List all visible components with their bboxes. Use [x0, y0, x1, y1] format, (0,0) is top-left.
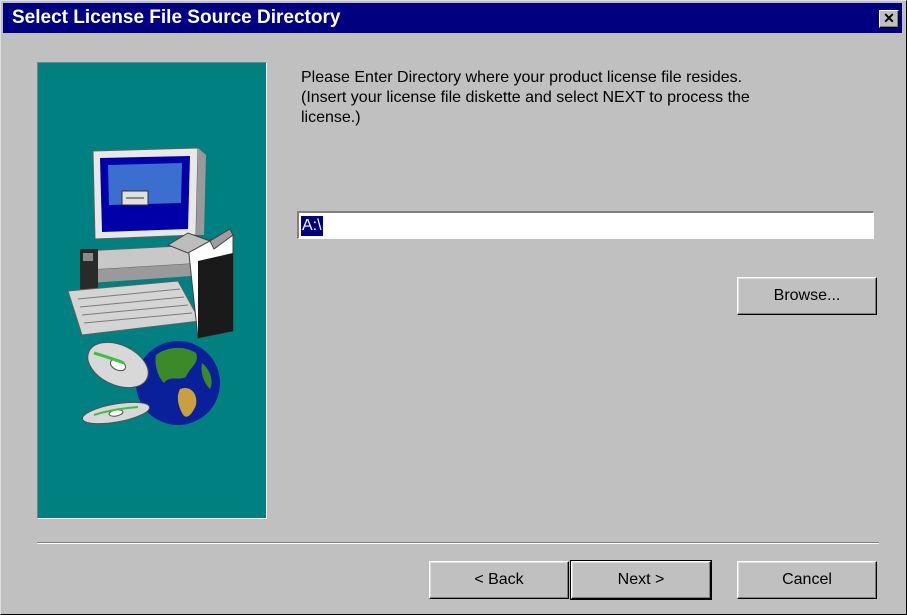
directory-input-value: A:\	[301, 216, 323, 236]
dialog-window: Select License File Source Directory ✕ P…	[0, 0, 907, 615]
window-title: Select License File Source Directory	[12, 7, 341, 28]
browse-button-label: Browse...	[773, 287, 841, 304]
cd-disc-icon	[81, 341, 151, 425]
next-button-label: Next >	[617, 571, 665, 588]
title-bar[interactable]: Select License File Source Directory ✕	[3, 3, 902, 33]
globe-icon	[136, 341, 220, 425]
close-icon: ✕	[883, 10, 895, 26]
computer-illustration	[67, 147, 234, 425]
cancel-button-label: Cancel	[782, 571, 832, 588]
next-button[interactable]: Next >	[570, 560, 712, 600]
browse-button[interactable]: Browse...	[737, 277, 877, 315]
directory-input[interactable]: A:\	[297, 211, 874, 239]
wizard-illustration-panel	[37, 62, 267, 519]
close-button[interactable]: ✕	[879, 10, 899, 28]
back-button[interactable]: < Back	[429, 561, 569, 599]
back-button-label: < Back	[474, 571, 524, 588]
instruction-text: Please Enter Directory where your produc…	[301, 69, 750, 126]
cancel-button[interactable]: Cancel	[737, 561, 877, 599]
separator-line	[37, 542, 879, 544]
